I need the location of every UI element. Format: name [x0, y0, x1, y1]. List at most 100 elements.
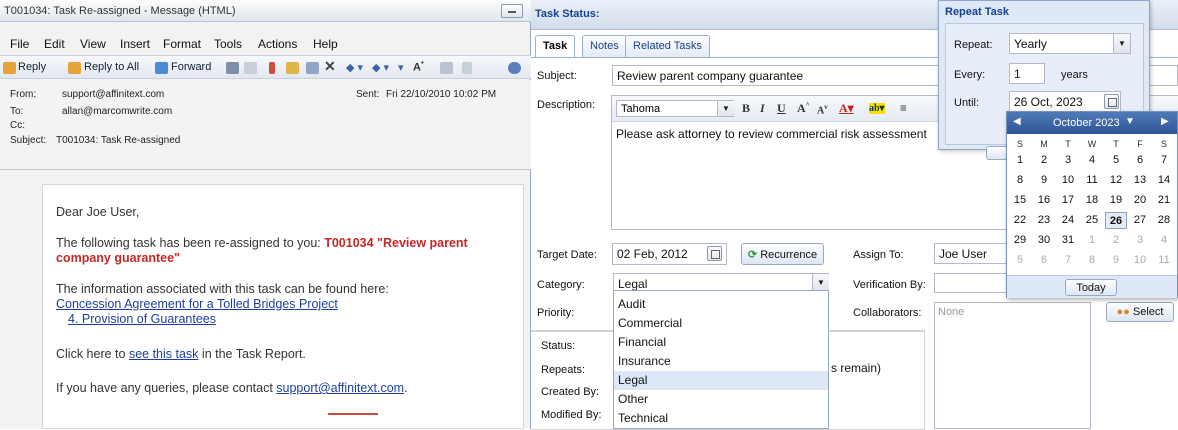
category-option[interactable]: Audit: [614, 295, 828, 314]
today-button[interactable]: Today: [1065, 279, 1117, 296]
prev-icon[interactable]: ◆ ▾: [346, 61, 363, 74]
calendar-day[interactable]: 25: [1081, 212, 1103, 229]
calendar-day[interactable]: 2: [1105, 232, 1127, 249]
calendar-day[interactable]: 26: [1105, 212, 1127, 229]
reply-button[interactable]: Reply: [18, 61, 46, 73]
calendar-day[interactable]: 7: [1153, 152, 1175, 169]
menu-file[interactable]: File: [10, 37, 29, 51]
calendar-day[interactable]: 18: [1081, 192, 1103, 209]
copy-icon[interactable]: [244, 62, 257, 74]
font-size-icon[interactable]: A*: [413, 61, 424, 74]
reply-all-button[interactable]: Reply to All: [84, 61, 139, 73]
calendar-day[interactable]: 4: [1081, 152, 1103, 169]
menu-help[interactable]: Help: [313, 37, 338, 51]
font-dropdown-icon[interactable]: ▼: [717, 101, 734, 116]
calendar-day[interactable]: 3: [1129, 232, 1151, 249]
delete-icon[interactable]: ✕: [324, 58, 336, 75]
collaborators-box[interactable]: None: [934, 302, 1091, 429]
next-month-icon[interactable]: ▶: [1161, 116, 1169, 127]
minimize-button[interactable]: [501, 4, 523, 18]
align-icon[interactable]: ≡: [900, 101, 907, 116]
calendar-day[interactable]: 27: [1129, 212, 1151, 229]
italic-icon[interactable]: I: [760, 101, 765, 116]
calendar-day[interactable]: 23: [1033, 212, 1055, 229]
folder-icon[interactable]: [286, 62, 299, 74]
concession-link[interactable]: Concession Agreement for a Tolled Bridge…: [56, 297, 338, 311]
guarantees-link[interactable]: 4. Provision of Guarantees: [68, 312, 216, 326]
tab-related-tasks[interactable]: Related Tasks: [625, 35, 710, 57]
calendar-day[interactable]: 6: [1129, 152, 1151, 169]
calendar-day[interactable]: 17: [1057, 192, 1079, 209]
calendar-day[interactable]: 3: [1057, 152, 1079, 169]
calendar-day[interactable]: 31: [1057, 232, 1079, 249]
calendar-day[interactable]: 20: [1129, 192, 1151, 209]
menu-edit[interactable]: Edit: [44, 37, 65, 51]
bold-icon[interactable]: B: [742, 101, 750, 116]
calendar-day[interactable]: 14: [1153, 172, 1175, 189]
calendar-day[interactable]: 11: [1081, 172, 1103, 189]
month-dropdown-icon[interactable]: ▼: [1125, 116, 1135, 127]
calendar-day[interactable]: 5: [1105, 152, 1127, 169]
flag-icon[interactable]: [269, 62, 275, 74]
help-icon[interactable]: [508, 62, 521, 74]
calendar-icon[interactable]: [1104, 94, 1119, 109]
prev-month-icon[interactable]: ◀: [1013, 116, 1021, 127]
menu-format[interactable]: Format: [163, 37, 201, 51]
calendar-icon[interactable]: [707, 246, 722, 261]
menu-tools[interactable]: Tools: [214, 37, 242, 51]
menu-insert[interactable]: Insert: [120, 37, 150, 51]
calendar-day[interactable]: 10: [1057, 172, 1079, 189]
category-option[interactable]: Commercial: [614, 314, 828, 333]
see-task-link[interactable]: see this task: [129, 347, 198, 361]
calendar-day[interactable]: 9: [1105, 252, 1127, 269]
highlight-icon[interactable]: ab▾: [869, 103, 885, 114]
chevron-down-icon[interactable]: ▼: [1113, 34, 1130, 53]
print-icon[interactable]: [226, 62, 239, 74]
more-icon[interactable]: ▾: [398, 61, 404, 74]
calendar-day[interactable]: 28: [1153, 212, 1175, 229]
category-option[interactable]: Other: [614, 390, 828, 409]
forward-button[interactable]: Forward: [171, 61, 211, 73]
calendar-day[interactable]: 6: [1033, 252, 1055, 269]
calendar-day[interactable]: 29: [1009, 232, 1031, 249]
calendar-day[interactable]: 7: [1057, 252, 1079, 269]
description-text[interactable]: Please ask attorney to review commercial…: [616, 127, 927, 141]
calendar-month[interactable]: October 2023: [1053, 117, 1120, 129]
translate-icon[interactable]: [440, 62, 453, 74]
calendar-day[interactable]: 10: [1129, 252, 1151, 269]
support-email-link[interactable]: support@affinitext.com: [276, 381, 404, 395]
calendar-day[interactable]: 4: [1153, 232, 1175, 249]
tab-notes[interactable]: Notes: [582, 35, 627, 57]
calendar-day[interactable]: 2: [1033, 152, 1055, 169]
calendar-day[interactable]: 30: [1033, 232, 1055, 249]
category-option-selected[interactable]: Legal: [614, 371, 828, 390]
move-icon[interactable]: [306, 62, 319, 74]
font-color-icon[interactable]: A▾: [839, 101, 854, 116]
calendar-day[interactable]: 1: [1009, 152, 1031, 169]
calendar-day[interactable]: 19: [1105, 192, 1127, 209]
calendar-day[interactable]: 22: [1009, 212, 1031, 229]
calendar-day[interactable]: 9: [1033, 172, 1055, 189]
category-option[interactable]: Technical: [614, 409, 828, 428]
calendar-day[interactable]: 24: [1057, 212, 1079, 229]
calendar-day[interactable]: 15: [1009, 192, 1031, 209]
menu-view[interactable]: View: [80, 37, 106, 51]
every-input[interactable]: 1: [1009, 63, 1045, 84]
next-icon[interactable]: ◆ ▾: [372, 61, 389, 74]
grow-font-icon[interactable]: A^: [797, 101, 810, 116]
calendar-day[interactable]: 13: [1129, 172, 1151, 189]
calendar-day[interactable]: 5: [1009, 252, 1031, 269]
menu-actions[interactable]: Actions: [258, 37, 297, 51]
category-option[interactable]: Insurance: [614, 352, 828, 371]
tab-task[interactable]: Task: [535, 35, 576, 58]
select-button[interactable]: ●● Select: [1106, 302, 1174, 322]
calendar-day[interactable]: 21: [1153, 192, 1175, 209]
shrink-font-icon[interactable]: Av: [817, 103, 828, 116]
category-option[interactable]: Financial: [614, 333, 828, 352]
recurrence-button[interactable]: ⟳ Recurrence: [741, 243, 824, 265]
calendar-day[interactable]: 11: [1153, 252, 1175, 269]
calendar-day[interactable]: 12: [1105, 172, 1127, 189]
underline-icon[interactable]: U: [777, 101, 786, 116]
calendar-day[interactable]: 8: [1009, 172, 1031, 189]
calendar-day[interactable]: 8: [1081, 252, 1103, 269]
